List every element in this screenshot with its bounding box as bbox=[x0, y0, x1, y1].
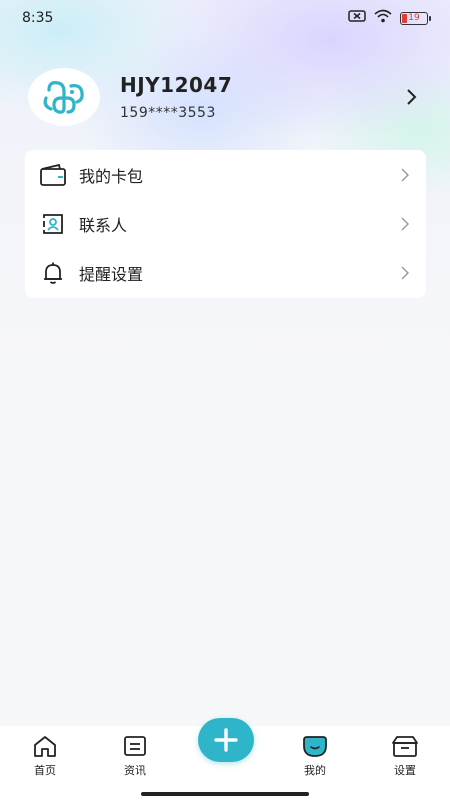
status-time: 8:35 bbox=[22, 10, 54, 26]
menu-card: 我的卡包 联系人 提醒设置 bbox=[25, 150, 426, 298]
battery-level-text: 19 bbox=[408, 13, 420, 23]
app-logo-icon bbox=[43, 81, 84, 114]
menu-item-wallet[interactable]: 我的卡包 bbox=[39, 150, 412, 199]
sim-disabled-icon bbox=[348, 9, 366, 27]
menu-label: 我的卡包 bbox=[79, 166, 144, 186]
plus-icon bbox=[214, 728, 238, 752]
menu-label: 联系人 bbox=[79, 215, 128, 235]
chevron-right-icon[interactable] bbox=[402, 87, 422, 107]
tab-label: 我的 bbox=[304, 764, 326, 777]
tab-label: 首页 bbox=[34, 764, 56, 777]
wifi-icon bbox=[374, 9, 392, 27]
settings-box-icon bbox=[391, 733, 419, 759]
tab-settings[interactable]: 设置 bbox=[370, 733, 440, 778]
chevron-right-icon bbox=[398, 266, 412, 280]
tab-home[interactable]: 首页 bbox=[10, 733, 80, 778]
profile-info: HJY12047 159****3553 bbox=[120, 73, 402, 121]
avatar[interactable] bbox=[28, 68, 100, 126]
tab-mine[interactable]: 我的 bbox=[280, 733, 350, 778]
profile-header[interactable]: HJY12047 159****3553 bbox=[28, 68, 422, 126]
menu-item-contacts[interactable]: 联系人 bbox=[39, 199, 412, 248]
tab-news[interactable]: 资讯 bbox=[100, 733, 170, 778]
battery-icon: 19 bbox=[400, 11, 431, 25]
menu-label: 提醒设置 bbox=[79, 265, 144, 285]
phone-number: 159****3553 bbox=[120, 105, 216, 121]
chevron-right-icon bbox=[398, 217, 412, 231]
home-indicator[interactable] bbox=[141, 792, 309, 796]
wallet-icon bbox=[39, 161, 67, 189]
chevron-right-icon bbox=[398, 168, 412, 182]
tab-label: 资讯 bbox=[124, 764, 146, 777]
add-button[interactable] bbox=[198, 718, 254, 762]
tab-label: 设置 bbox=[394, 764, 416, 777]
bell-icon bbox=[39, 259, 67, 287]
contact-icon bbox=[39, 210, 67, 238]
username: HJY12047 bbox=[120, 73, 233, 97]
profile-face-icon bbox=[301, 733, 329, 759]
menu-item-reminders[interactable]: 提醒设置 bbox=[39, 249, 412, 298]
status-icons: 19 bbox=[348, 9, 431, 27]
status-bar: 8:35 19 bbox=[0, 0, 450, 36]
home-icon bbox=[31, 733, 59, 759]
news-icon bbox=[121, 733, 149, 759]
